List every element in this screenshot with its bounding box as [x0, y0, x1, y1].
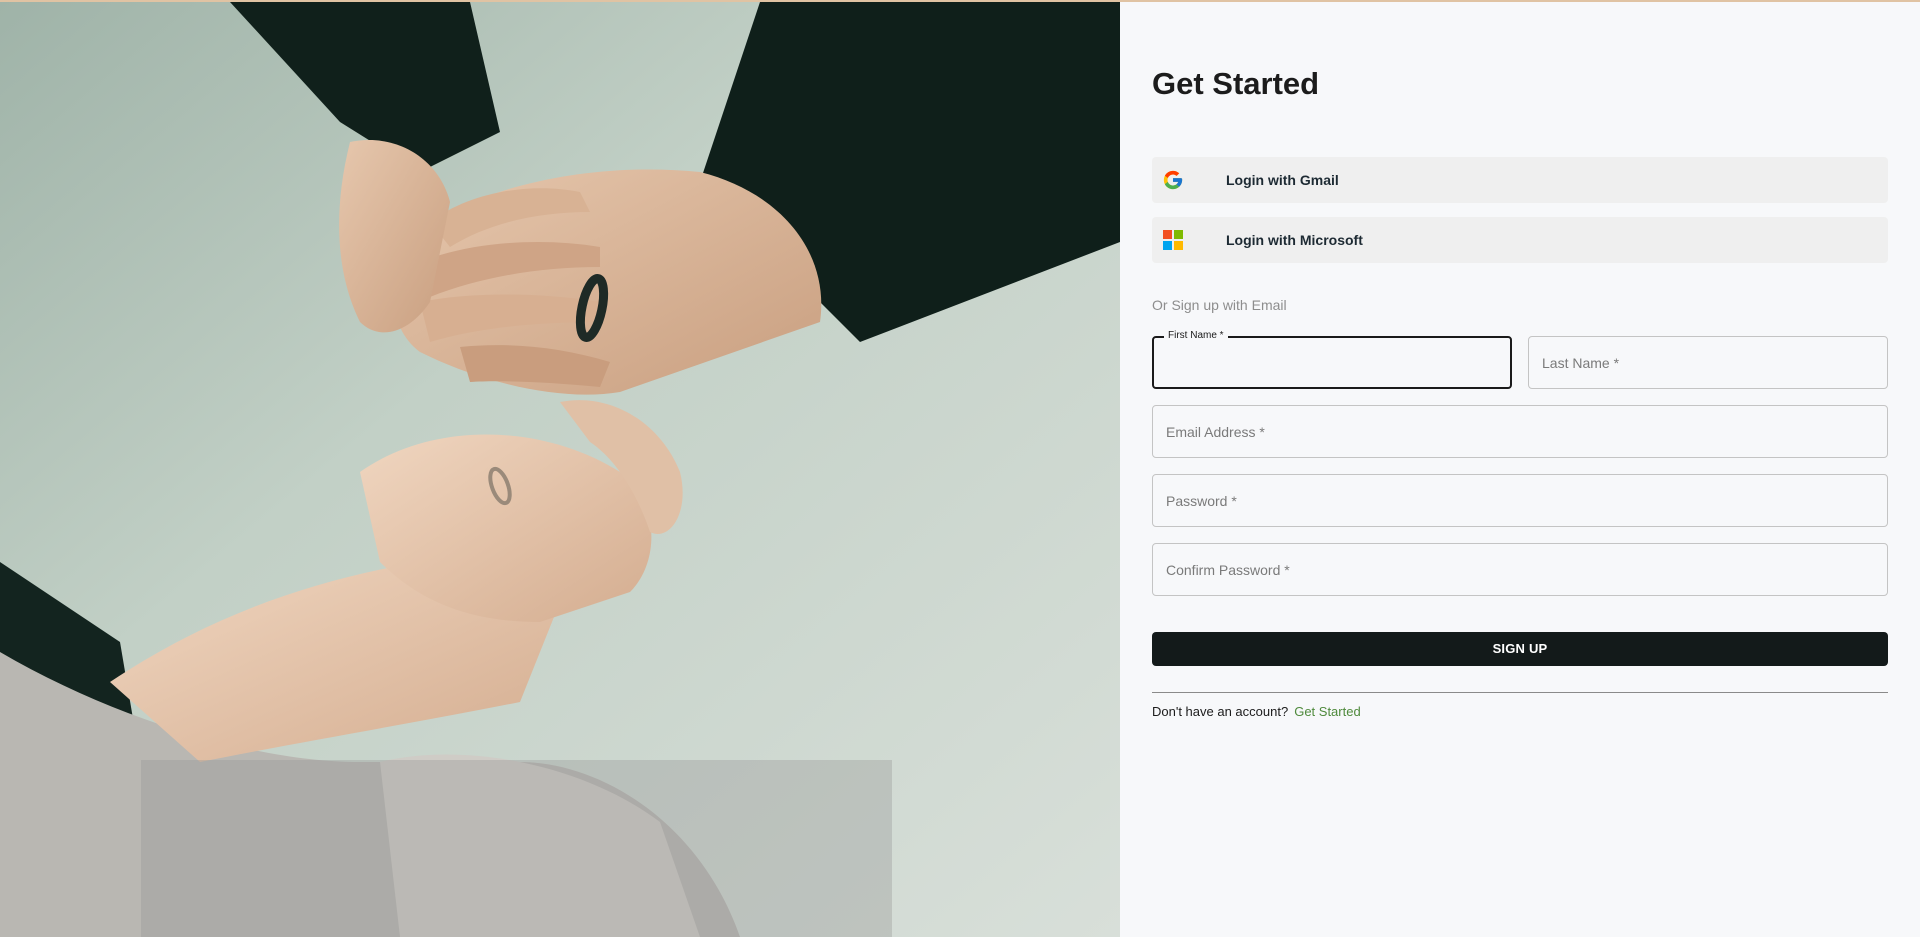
- microsoft-icon: [1162, 229, 1184, 251]
- google-icon: [1162, 169, 1184, 191]
- footer-prompt: Don't have an account?: [1152, 704, 1289, 719]
- page-title: Get Started: [1152, 66, 1320, 101]
- login-with-microsoft-label: Login with Microsoft: [1226, 232, 1363, 248]
- last-name-input[interactable]: [1529, 337, 1887, 388]
- confirm-password-input[interactable]: [1153, 544, 1887, 595]
- confirm-password-field: Confirm Password *: [1152, 543, 1888, 596]
- password-field: Password *: [1152, 474, 1888, 527]
- last-name-field: Last Name *: [1528, 336, 1888, 389]
- hero-overlay-panel: [141, 760, 892, 937]
- email-field: Email Address *: [1152, 405, 1888, 458]
- login-with-microsoft-button[interactable]: Login with Microsoft: [1152, 217, 1888, 263]
- first-name-input[interactable]: [1154, 338, 1510, 387]
- footer-prompt-row: Don't have an account? Get Started: [1152, 704, 1361, 719]
- sign-up-button[interactable]: SIGN UP: [1152, 632, 1888, 666]
- top-accent-line: [0, 0, 1920, 2]
- email-input[interactable]: [1153, 406, 1887, 457]
- login-with-gmail-label: Login with Gmail: [1226, 172, 1339, 188]
- signup-panel: Get Started Login with Gmail Login with …: [1120, 2, 1920, 937]
- hero-image: [0, 2, 1120, 937]
- get-started-link[interactable]: Get Started: [1294, 704, 1360, 719]
- login-with-gmail-button[interactable]: Login with Gmail: [1152, 157, 1888, 203]
- footer-divider: [1152, 692, 1888, 693]
- password-input[interactable]: [1153, 475, 1887, 526]
- signup-divider-text: Or Sign up with Email: [1152, 297, 1287, 313]
- first-name-field: First Name *: [1152, 330, 1512, 389]
